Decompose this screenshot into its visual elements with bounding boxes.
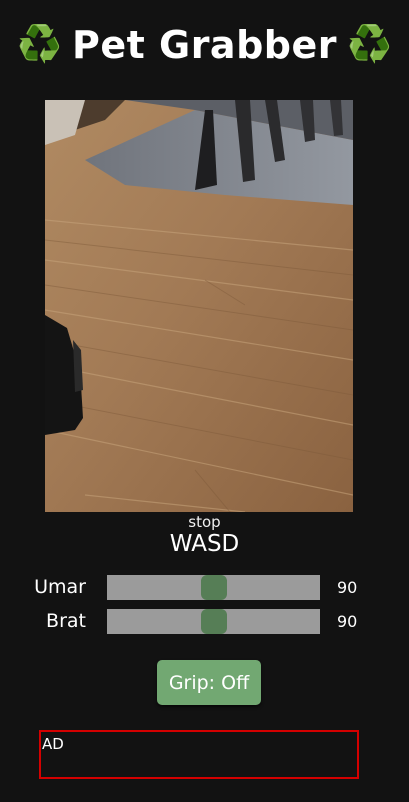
umar-label: Umar [34, 576, 86, 598]
brat-value: 90 [337, 612, 358, 631]
camera-feed [45, 100, 353, 512]
brat-label: Brat [46, 610, 86, 632]
ad-container[interactable]: AD [39, 730, 359, 779]
page-title: Pet Grabber [71, 23, 337, 67]
brat-slider[interactable] [107, 609, 320, 634]
recycle-icon: ♻️ [347, 24, 392, 65]
umar-slider[interactable] [107, 575, 320, 600]
umar-slider-thumb[interactable] [200, 575, 227, 600]
umar-value: 90 [337, 578, 358, 597]
brat-slider-row: Brat 90 [0, 609, 409, 635]
status-text: stop [188, 513, 221, 531]
recycle-icon: ♻️ [17, 24, 62, 65]
ad-label: AD [42, 735, 64, 753]
controls-hint: WASD [169, 531, 240, 557]
camera-image [45, 100, 353, 512]
grip-toggle-button[interactable]: Grip: Off [157, 660, 261, 705]
umar-slider-row: Umar 90 [0, 575, 409, 601]
brat-slider-thumb[interactable] [200, 609, 227, 634]
header: ♻️ Pet Grabber ♻️ [0, 18, 409, 72]
